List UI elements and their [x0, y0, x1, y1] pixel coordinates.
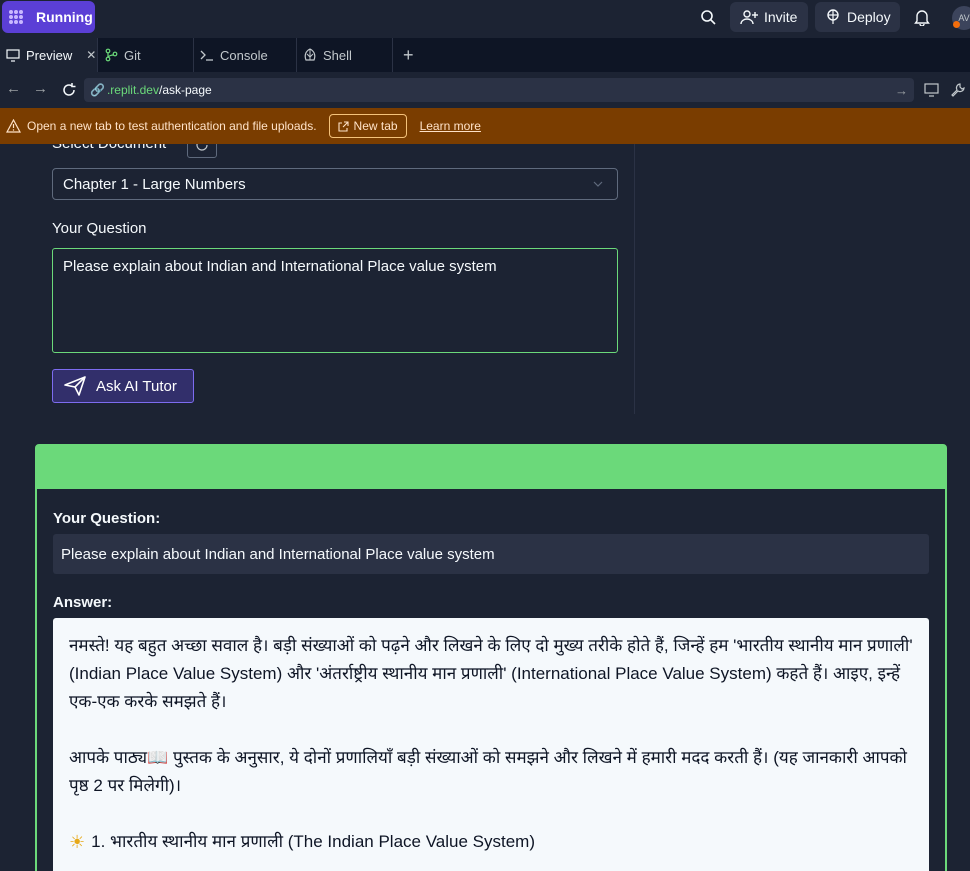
ask-ai-tutor-button[interactable]: Ask AI Tutor [52, 369, 194, 403]
git-icon [105, 48, 118, 62]
tab-shell-label: Shell [323, 47, 352, 63]
warning-icon [6, 119, 21, 133]
search-icon[interactable] [700, 9, 716, 25]
tab-console-label: Console [220, 47, 268, 63]
back-icon[interactable]: ← [6, 80, 21, 97]
question-display: Please explain about Indian and Internat… [53, 534, 929, 574]
ask-button-label: Ask AI Tutor [96, 377, 177, 395]
reload-icon[interactable] [61, 82, 77, 98]
new-tab-label: New tab [353, 119, 398, 133]
select-document-label: Select Document [52, 144, 166, 152]
tab-console[interactable]: Console [194, 38, 297, 72]
question-textarea[interactable]: Please explain about Indian and Internat… [52, 248, 618, 353]
url-domain: .replit.dev [106, 83, 159, 97]
deploy-button[interactable]: Deploy [815, 2, 900, 32]
new-tab-button[interactable]: New tab [328, 114, 407, 138]
refresh-icon [196, 144, 208, 151]
answer-heading: Answer: [53, 594, 113, 611]
answer-paragraph-3: 1. भारतीय स्थानीय मान प्रणाली (The India… [91, 832, 535, 851]
deploy-label: Deploy [847, 9, 891, 25]
send-icon [64, 376, 86, 396]
devices-icon[interactable] [924, 83, 940, 97]
add-user-icon [740, 10, 758, 25]
tab-git[interactable]: Git [98, 38, 194, 72]
terminal-icon [200, 50, 213, 61]
status-dot [953, 21, 960, 28]
your-question-heading: Your Question: [53, 510, 161, 527]
forward-icon[interactable]: → [33, 80, 48, 97]
run-button-label: Running [36, 9, 93, 25]
add-tab-icon[interactable]: + [403, 45, 414, 66]
close-tab-icon[interactable]: ✕ [86, 48, 96, 62]
answer-box: नमस्ते! यह बहुत अच्छा सवाल है। बड़ी संख्… [53, 618, 929, 871]
wrench-icon[interactable] [950, 82, 966, 98]
refresh-documents-button[interactable] [187, 144, 217, 158]
url-field[interactable]: 🔗 .replit.dev /ask-page → [84, 78, 914, 102]
chevron-down-icon [593, 181, 603, 187]
sun-icon: ☀ [69, 832, 86, 852]
url-path: /ask-page [158, 83, 212, 97]
external-link-icon [337, 120, 349, 132]
link-icon: 🔗 [90, 83, 105, 97]
selected-document: Chapter 1 - Large Numbers [63, 175, 246, 193]
panel-divider [634, 144, 635, 414]
invite-label: Invite [764, 9, 798, 25]
avatar-initials: AV [958, 13, 970, 23]
answer-card-header [37, 446, 945, 489]
warning-text: Open a new tab to test authentication an… [27, 119, 317, 133]
answer-card: Your Question: Please explain about Indi… [35, 444, 947, 871]
shell-icon [304, 48, 316, 61]
tab-preview-label: Preview [26, 47, 73, 63]
tab-git-label: Git [124, 47, 141, 63]
top-bar: Running Invite Deploy AV [0, 0, 970, 36]
warning-banner: Open a new tab to test authentication an… [0, 108, 970, 144]
deploy-icon [827, 9, 839, 24]
answer-paragraph-1: नमस्ते! यह बहुत अच्छा सवाल है। बड़ी संख्… [69, 636, 913, 711]
go-arrow-icon[interactable]: → [895, 83, 908, 98]
answer-paragraph-2: आपके पाठ्य📖 पुस्तक के अनुसार, ये दोनों प… [69, 748, 907, 795]
document-select[interactable]: Chapter 1 - Large Numbers [52, 168, 618, 200]
monitor-icon [6, 48, 20, 62]
bell-icon[interactable] [914, 9, 930, 26]
run-grid-icon [9, 10, 23, 24]
question-label: Your Question [52, 220, 147, 237]
invite-button[interactable]: Invite [730, 2, 808, 32]
question-value: Please explain about Indian and Internat… [63, 258, 497, 275]
question-display-text: Please explain about Indian and Internat… [61, 545, 495, 563]
tab-bar: Preview ✕ Git Console Shell + [0, 38, 970, 73]
learn-more-link[interactable]: Learn more [420, 119, 481, 133]
tab-shell[interactable]: Shell [297, 38, 393, 72]
preview-content: Select Document Chapter 1 - Large Number… [0, 144, 970, 871]
run-button[interactable]: Running [2, 1, 95, 33]
tab-preview[interactable]: Preview ✕ [0, 38, 98, 72]
